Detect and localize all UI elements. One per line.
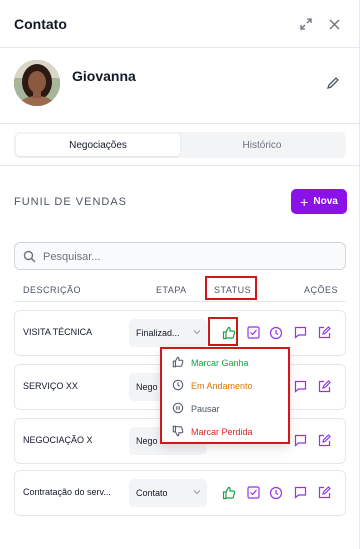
search-box bbox=[14, 242, 346, 270]
stage-value: Contato bbox=[136, 488, 168, 498]
search-input[interactable] bbox=[43, 247, 339, 266]
chevron-down-icon bbox=[193, 328, 201, 336]
edit-icon[interactable] bbox=[317, 433, 332, 448]
edit-icon[interactable] bbox=[317, 325, 332, 340]
section-title: FUNIL DE VENDAS bbox=[14, 196, 128, 208]
thumbs-down-icon bbox=[172, 425, 184, 439]
edit-icon[interactable] bbox=[317, 379, 332, 394]
tabs-bar: Negociações Histórico bbox=[0, 124, 360, 166]
comment-icon[interactable] bbox=[293, 485, 308, 500]
column-header-description: DESCRIÇÃO bbox=[23, 285, 82, 295]
panel-title: Contato bbox=[14, 16, 67, 32]
menu-item-label: Marcar Perdida bbox=[191, 427, 253, 437]
status-highlight-box bbox=[205, 276, 257, 300]
expand-icon[interactable] bbox=[296, 14, 316, 34]
profile-section: Giovanna bbox=[0, 48, 360, 124]
row-description: NEGOCIAÇÃO X bbox=[23, 435, 93, 445]
clock-icon[interactable] bbox=[268, 485, 283, 500]
thumbs-up-icon bbox=[172, 356, 184, 370]
edit-icon[interactable] bbox=[317, 485, 332, 500]
row-description: Contratação do serv... bbox=[23, 487, 111, 497]
stage-select[interactable]: Finalizad... bbox=[129, 319, 207, 347]
contact-name: Giovanna bbox=[72, 68, 136, 84]
contact-panel: Contato Giovanna Negociações Histórico F… bbox=[0, 0, 360, 549]
table-row: Contratação do serv... Contato bbox=[14, 470, 346, 516]
menu-item-label: Marcar Ganha bbox=[191, 358, 249, 368]
stage-value: Finalizad... bbox=[136, 328, 180, 338]
menu-item-mark-won[interactable]: Marcar Ganha bbox=[162, 352, 288, 374]
header-divider bbox=[14, 301, 346, 302]
menu-item-in-progress[interactable]: Em Andamento bbox=[162, 375, 288, 397]
checkbox-icon[interactable] bbox=[246, 325, 261, 340]
menu-item-label: Pausar bbox=[191, 404, 220, 414]
status-menu: Marcar Ganha Em Andamento Pausar Marcar … bbox=[160, 347, 290, 444]
search-icon bbox=[23, 250, 36, 263]
panel-header: Contato bbox=[0, 0, 360, 48]
avatar bbox=[14, 60, 60, 106]
thumbs-up-icon[interactable] bbox=[221, 485, 236, 500]
column-header-actions: AÇÕES bbox=[304, 285, 339, 295]
thumbs-up-highlight-box bbox=[208, 317, 238, 346]
new-deal-button[interactable]: + Nova bbox=[291, 189, 347, 214]
new-deal-label: Nova bbox=[313, 196, 338, 207]
column-header-stage: ETAPA bbox=[156, 285, 187, 295]
menu-item-mark-lost[interactable]: Marcar Perdida bbox=[162, 421, 288, 443]
clock-icon[interactable] bbox=[268, 325, 283, 340]
stage-select[interactable]: Contato bbox=[129, 479, 207, 507]
plus-icon: + bbox=[300, 193, 309, 210]
checkbox-icon[interactable] bbox=[246, 485, 261, 500]
pencil-icon[interactable] bbox=[326, 76, 342, 92]
pause-icon bbox=[172, 402, 184, 416]
comment-icon[interactable] bbox=[293, 379, 308, 394]
row-description: VISITA TÉCNICA bbox=[23, 327, 93, 337]
tabs: Negociações Histórico bbox=[14, 132, 346, 158]
chevron-down-icon bbox=[193, 488, 201, 496]
close-icon[interactable] bbox=[324, 14, 344, 34]
clock-icon bbox=[172, 379, 184, 393]
tab-negociacoes[interactable]: Negociações bbox=[16, 134, 180, 156]
tab-historico[interactable]: Histórico bbox=[180, 134, 344, 156]
stage-value: Nego bbox=[136, 382, 158, 392]
comment-icon[interactable] bbox=[293, 433, 308, 448]
row-description: SERVIÇO XX bbox=[23, 381, 78, 391]
menu-item-label: Em Andamento bbox=[191, 381, 253, 391]
comment-icon[interactable] bbox=[293, 325, 308, 340]
stage-value: Nego bbox=[136, 436, 158, 446]
menu-item-pause[interactable]: Pausar bbox=[162, 398, 288, 420]
